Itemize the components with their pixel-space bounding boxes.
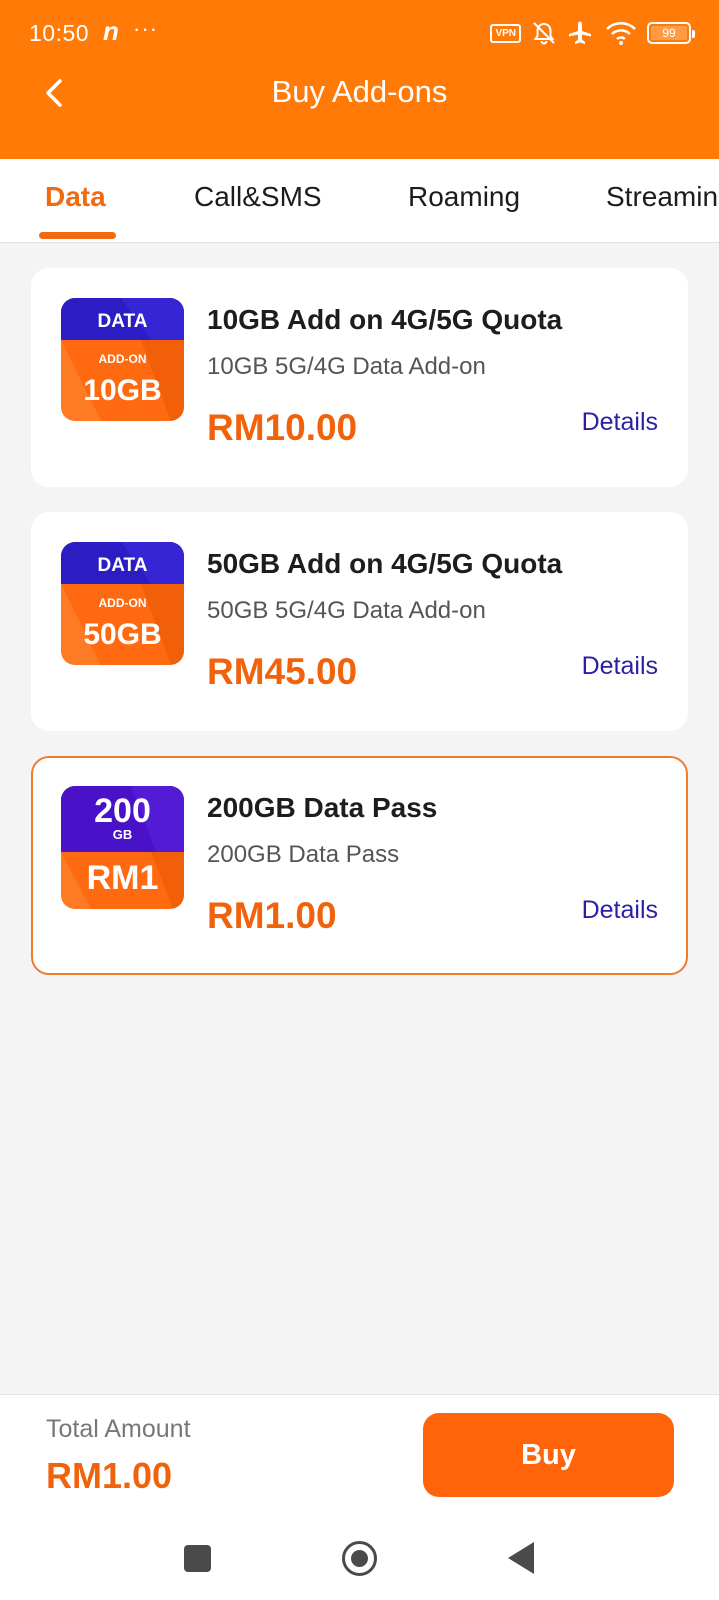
page-title: Buy Add-ons bbox=[271, 74, 448, 109]
addon-image-big-text: RM1 bbox=[87, 859, 159, 897]
addon-title: 200GB Data Pass bbox=[207, 792, 438, 823]
title-bar: Buy Add-ons bbox=[0, 64, 719, 159]
vpn-icon: VPN bbox=[490, 23, 521, 43]
active-tab-indicator bbox=[39, 232, 116, 239]
tab-data[interactable]: Data bbox=[45, 181, 106, 213]
recents-icon[interactable] bbox=[184, 1545, 211, 1572]
addon-card-50gb[interactable]: DATA ADD-ON 50GB 50GB Add on 4G/5G Quota… bbox=[31, 512, 688, 731]
status-bar: 10:50 n ··· VPN 99 bbox=[0, 0, 719, 64]
addon-subtitle: 200GB Data Pass bbox=[207, 841, 400, 868]
addon-price: RM10.00 bbox=[207, 407, 358, 448]
addon-image-top-text: DATA bbox=[98, 555, 148, 576]
more-notifications-icon: ··· bbox=[133, 16, 158, 41]
details-link[interactable]: Details bbox=[582, 896, 658, 925]
tab-roaming[interactable]: Roaming bbox=[408, 181, 520, 213]
checkout-bar: Total Amount RM1.00 Buy bbox=[0, 1394, 719, 1600]
battery-level: 99 bbox=[662, 26, 676, 40]
status-time: 10:50 bbox=[29, 20, 90, 46]
addon-card-200gb[interactable]: 200 GB RM1 200GB Data Pass 200GB Data Pa… bbox=[31, 756, 688, 975]
addon-image-200gb: 200 GB RM1 bbox=[61, 786, 184, 909]
notification-app-icon: n bbox=[103, 16, 119, 46]
tab-streaming[interactable]: Streamin bbox=[606, 181, 718, 213]
addon-image-big-text: 50GB bbox=[83, 618, 161, 651]
details-link[interactable]: Details bbox=[582, 652, 658, 681]
addon-subtitle: 50GB 5G/4G Data Add-on bbox=[207, 597, 486, 624]
addon-image-top-text: DATA bbox=[98, 311, 148, 332]
total-amount-label: Total Amount bbox=[46, 1415, 191, 1443]
addon-image-50gb: DATA ADD-ON 50GB bbox=[61, 542, 184, 665]
addon-image-top-text: 200 bbox=[94, 792, 151, 830]
tab-call-sms[interactable]: Call&SMS bbox=[194, 181, 322, 213]
wifi-icon bbox=[606, 22, 636, 45]
app-header: 10:50 n ··· VPN 99 Buy Add-ons bbox=[0, 0, 719, 159]
buy-button[interactable]: Buy bbox=[423, 1413, 674, 1497]
addon-image-mid-text: ADD-ON bbox=[99, 596, 147, 610]
addon-title: 10GB Add on 4G/5G Quota bbox=[207, 304, 563, 335]
addon-subtitle: 10GB 5G/4G Data Add-on bbox=[207, 353, 486, 380]
system-navigation-bar bbox=[0, 1525, 719, 1595]
addon-image-10gb: DATA ADD-ON 10GB bbox=[61, 298, 184, 421]
addon-image-mid-text: GB bbox=[113, 827, 133, 842]
silent-bell-icon bbox=[533, 22, 555, 45]
addon-card-10gb[interactable]: DATA ADD-ON 10GB 10GB Add on 4G/5G Quota… bbox=[31, 268, 688, 487]
addon-title: 50GB Add on 4G/5G Quota bbox=[207, 548, 563, 579]
system-back-icon[interactable] bbox=[508, 1542, 534, 1574]
addon-image-mid-text: ADD-ON bbox=[99, 352, 147, 366]
airplane-mode-icon bbox=[569, 21, 591, 44]
home-icon[interactable] bbox=[342, 1541, 377, 1576]
status-icons: VPN 99 bbox=[490, 18, 695, 48]
addon-price: RM45.00 bbox=[207, 651, 358, 692]
battery-icon: 99 bbox=[647, 22, 695, 44]
total-amount-value: RM1.00 bbox=[46, 1455, 173, 1496]
category-tabs: Data Call&SMS Roaming Streamin bbox=[0, 159, 719, 243]
details-link[interactable]: Details bbox=[582, 408, 658, 437]
addon-image-big-text: 10GB bbox=[83, 374, 161, 407]
addon-price: RM1.00 bbox=[207, 895, 337, 936]
